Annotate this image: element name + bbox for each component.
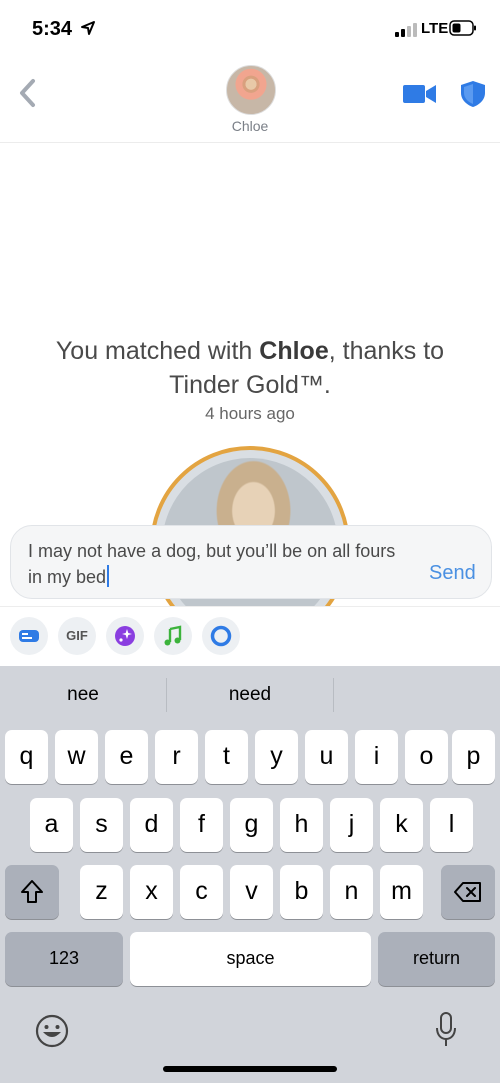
suggestion-1[interactable]: nee [0, 684, 166, 706]
key-v[interactable]: v [230, 865, 273, 919]
status-time: 5:34 [32, 18, 73, 40]
key-p[interactable]: p [452, 730, 495, 784]
key-k[interactable]: k [380, 798, 423, 852]
avatar[interactable] [226, 65, 276, 115]
key-j[interactable]: j [330, 798, 373, 852]
match-timestamp: 4 hours ago [205, 404, 295, 423]
battery-icon [449, 20, 476, 36]
keyboard: nee need q w e r t y u i o p a s d f g h… [0, 666, 500, 1083]
emoji-icon[interactable] [34, 1013, 70, 1049]
shift-arrow-icon [21, 880, 43, 903]
shift-key[interactable] [5, 865, 59, 919]
video-call-icon[interactable] [403, 83, 437, 105]
key-f[interactable]: f [180, 798, 223, 852]
match-name: Chloe [259, 337, 329, 365]
suggestion-2[interactable]: need [167, 684, 333, 706]
key-z[interactable]: z [80, 865, 123, 919]
sticker-card-icon[interactable] [10, 617, 48, 655]
key-x[interactable]: x [130, 865, 173, 919]
shield-icon[interactable] [460, 80, 486, 108]
message-input[interactable]: I may not have a dog, but you’ll be on a… [28, 538, 408, 590]
music-note-icon[interactable] [154, 617, 192, 655]
key-t[interactable]: t [205, 730, 248, 784]
key-c[interactable]: c [180, 865, 223, 919]
microphone-icon[interactable] [434, 1011, 458, 1049]
composer-tools: GIF [0, 606, 500, 667]
key-d[interactable]: d [130, 798, 173, 852]
key-w[interactable]: w [55, 730, 98, 784]
numbers-key[interactable]: 123 [5, 932, 123, 986]
network-label: LTE [421, 20, 449, 37]
back-chevron-icon[interactable] [14, 76, 42, 110]
location-arrow-icon [81, 21, 95, 35]
key-y[interactable]: y [255, 730, 298, 784]
key-n[interactable]: n [330, 865, 373, 919]
gif-icon[interactable]: GIF [58, 617, 96, 655]
return-key[interactable]: return [378, 932, 495, 986]
key-r[interactable]: r [155, 730, 198, 784]
match-message: You matched with Chloe, thanks to Tinder… [20, 334, 480, 402]
key-q[interactable]: q [5, 730, 48, 784]
home-indicator [163, 1066, 337, 1072]
text-cursor [107, 565, 110, 587]
key-a[interactable]: a [30, 798, 73, 852]
status-bar: 5:34 LTE [0, 0, 500, 58]
backspace-icon [454, 882, 481, 902]
key-u[interactable]: u [305, 730, 348, 784]
key-h[interactable]: h [280, 798, 323, 852]
key-b[interactable]: b [280, 865, 323, 919]
key-o[interactable]: o [405, 730, 448, 784]
message-composer[interactable]: I may not have a dog, but you’ll be on a… [10, 525, 492, 599]
key-s[interactable]: s [80, 798, 123, 852]
gif-label: GIF [66, 628, 88, 643]
key-i[interactable]: i [355, 730, 398, 784]
header-name[interactable]: Chloe [0, 118, 500, 134]
space-key[interactable]: space [130, 932, 371, 986]
match-prefix: You matched with [55, 337, 260, 365]
send-button[interactable]: Send [429, 562, 476, 585]
suggestion-bar: nee need [0, 666, 500, 726]
ring-icon[interactable] [202, 617, 240, 655]
key-e[interactable]: e [105, 730, 148, 784]
delete-key[interactable] [441, 865, 495, 919]
key-m[interactable]: m [380, 865, 423, 919]
key-l[interactable]: l [430, 798, 473, 852]
signal-icon [395, 23, 417, 37]
sparkle-icon[interactable] [106, 617, 144, 655]
key-g[interactable]: g [230, 798, 273, 852]
chat-header: Chloe [0, 58, 500, 143]
